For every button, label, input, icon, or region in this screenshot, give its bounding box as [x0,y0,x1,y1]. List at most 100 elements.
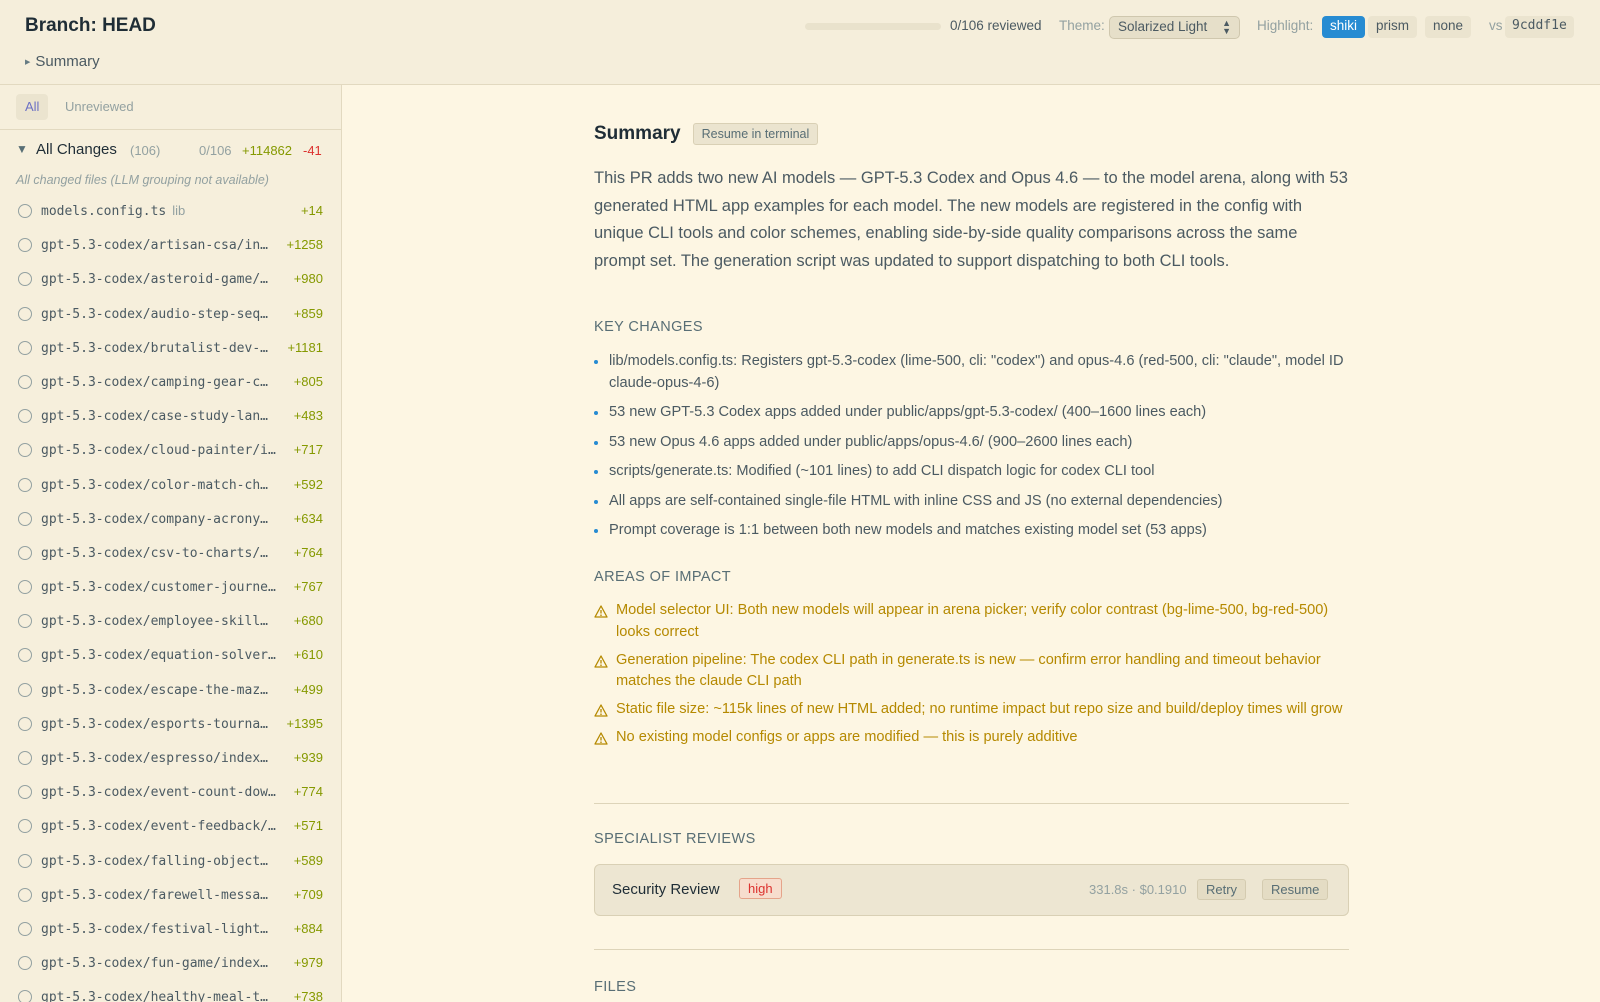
file-list-item[interactable]: gpt-5.3-codex/employee-skill… +680 [0,605,341,639]
file-name: gpt-5.3-codex/artisan-csa/in… [41,237,274,253]
file-path: gpt-5.3-codex/company-acrony… [41,511,268,527]
resume-in-terminal-button[interactable]: Resume in terminal [692,123,819,145]
file-name: gpt-5.3-codex/event-feedback/… [41,818,282,834]
all-changes-label: All Changes [36,141,117,158]
summary-toggle[interactable]: ▶ Summary [25,53,100,70]
empty-circle-icon [18,340,32,355]
highlight-option-none[interactable]: none [1425,16,1472,38]
key-changes-list: lib/models.config.ts: Registers gpt-5.3-… [594,351,1349,550]
theme-select[interactable]: Solarized Light ▲ ▼ [1109,16,1240,39]
file-path: gpt-5.3-codex/falling-object… [41,853,268,869]
file-additions: +859 [293,305,323,321]
file-additions: +717 [293,442,323,458]
retry-button[interactable]: Retry [1197,879,1247,900]
filter-tab-unreviewed[interactable]: Unreviewed [56,94,143,120]
file-name: gpt-5.3-codex/festival-light… [41,921,274,937]
file-path: gpt-5.3-codex/esports-tourna… [41,716,268,732]
file-additions: +592 [293,476,323,492]
all-changes-reviewed: 0/106 [199,143,232,158]
file-list-item[interactable]: gpt-5.3-codex/artisan-csa/in… +1258 [0,229,341,263]
file-list-item[interactable]: gpt-5.3-codex/healthy-meal-t… +738 [0,981,341,1002]
file-list-item[interactable]: gpt-5.3-codex/asteroid-game/… +980 [0,263,341,297]
impact-text: Generation pipeline: The codex CLI path … [616,651,1321,690]
file-list-item[interactable]: gpt-5.3-codex/color-match-ch… +592 [0,469,341,503]
file-list-item[interactable]: gpt-5.3-codex/audio-step-seq… +859 [0,298,341,332]
file-additions: +634 [293,510,323,526]
key-change-item: All apps are self-contained single-file … [594,491,1349,513]
impact-item: Static file size: ~115k lines of new HTM… [594,699,1349,721]
summary-title: Summary [594,123,681,144]
section-divider [594,949,1349,950]
file-path: gpt-5.3-codex/fun-game/index… [41,956,268,972]
file-additions: +767 [293,579,323,595]
file-path: gpt-5.3-codex/audio-step-seq… [41,306,268,322]
key-change-text: All apps are self-contained single-file … [609,492,1223,509]
file-list-item[interactable]: gpt-5.3-codex/fun-game/index… +979 [0,947,341,981]
all-changes-group[interactable]: ▼ All Changes (106) 0/106 +114862 -41 [0,131,341,161]
file-list-item[interactable]: gpt-5.3-codex/case-study-lan… +483 [0,400,341,434]
empty-circle-icon [18,580,32,595]
resume-button[interactable]: Resume [1262,879,1329,900]
key-change-item: 53 new Opus 4.6 apps added under public/… [594,432,1349,454]
empty-circle-icon [18,887,32,902]
file-name: gpt-5.3-codex/employee-skill… [41,613,274,629]
file-list-item[interactable]: gpt-5.3-codex/festival-light… +884 [0,913,341,947]
summary-header: Summary Resume in terminal [594,123,819,145]
impact-text: Model selector UI: Both new models will … [616,602,1329,640]
impact-heading: AREAS OF IMPACT [594,569,732,585]
empty-circle-icon [18,409,32,424]
file-path: gpt-5.3-codex/brutalist-dev-… [41,340,268,356]
empty-circle-icon [18,819,32,834]
all-changes-count: (106) [130,143,161,158]
review-meta: 331.8s · $0.1910 [1089,882,1187,897]
file-list-item[interactable]: gpt-5.3-codex/farewell-messa… +709 [0,879,341,913]
file-path: gpt-5.3-codex/customer-journe… [41,580,276,596]
file-list-item[interactable]: gpt-5.3-codex/event-count-dow… +774 [0,776,341,810]
file-list-item[interactable]: gpt-5.3-codex/customer-journe… +767 [0,571,341,605]
file-list-item[interactable]: gpt-5.3-codex/camping-gear-c… +805 [0,366,341,400]
file-list-item[interactable]: gpt-5.3-codex/csv-to-charts/… +764 [0,537,341,571]
key-change-item: Prompt coverage is 1:1 between both new … [594,520,1349,542]
key-change-text: 53 new GPT-5.3 Codex apps added under pu… [609,404,1207,420]
bullet-dot-icon [594,470,598,474]
bullet-dot-icon [594,411,598,415]
highlight-option-prism[interactable]: prism [1368,16,1417,38]
file-list-item[interactable]: gpt-5.3-codex/esports-tourna… +1395 [0,708,341,742]
bullet-dot-icon [594,360,598,364]
empty-circle-icon [18,990,32,1002]
file-additions: +979 [293,955,323,971]
file-path: gpt-5.3-codex/camping-gear-c… [41,374,268,390]
file-list-item[interactable]: models.config.ts lib +14 [0,195,341,229]
file-additions: +571 [293,818,323,834]
filter-tab-all[interactable]: All [16,94,49,120]
file-additions: +709 [293,886,323,902]
file-list-item[interactable]: gpt-5.3-codex/brutalist-dev-… +1181 [0,332,341,366]
file-list-item[interactable]: gpt-5.3-codex/escape-the-maz… +499 [0,674,341,708]
bullet-dot-icon [594,529,598,533]
impact-item: Generation pipeline: The codex CLI path … [594,650,1349,693]
file-path: gpt-5.3-codex/artisan-csa/in… [41,238,268,254]
empty-circle-icon [18,614,32,629]
select-arrows-icon: ▲ ▼ [1222,18,1231,36]
key-change-text: lib/models.config.ts: Registers gpt-5.3-… [609,353,1344,391]
warning-triangle-icon [594,704,608,717]
highlight-option-shiki[interactable]: shiki [1322,16,1366,38]
section-divider [594,803,1349,804]
impact-list: Model selector UI: Both new models will … [594,600,1349,755]
security-review-card[interactable]: Security Review high 331.8s · $0.1910 Re… [594,864,1349,916]
file-list-item[interactable]: gpt-5.3-codex/espresso/index… +939 [0,742,341,776]
file-list-item[interactable]: gpt-5.3-codex/equation-solver… +610 [0,639,341,673]
file-list-item[interactable]: gpt-5.3-codex/falling-object… +589 [0,845,341,879]
file-list-item[interactable]: gpt-5.3-codex/cloud-painter/i… +717 [0,434,341,468]
warning-triangle-icon [594,732,608,745]
key-change-item: 53 new GPT-5.3 Codex apps added under pu… [594,402,1349,424]
empty-circle-icon [18,511,32,526]
file-list-item[interactable]: gpt-5.3-codex/company-acrony… +634 [0,503,341,537]
impact-text: Static file size: ~115k lines of new HTM… [616,701,1343,717]
file-path: gpt-5.3-codex/event-count-dow… [41,785,276,801]
file-list-item[interactable]: gpt-5.3-codex/event-feedback/… +571 [0,810,341,844]
compare-commit-hash[interactable]: 9cddf1e [1505,16,1574,38]
main-panel: Summary Resume in terminal This PR adds … [342,85,1600,1002]
file-name: gpt-5.3-codex/company-acrony… [41,511,274,527]
filter-bar: All Unreviewed [0,85,341,130]
